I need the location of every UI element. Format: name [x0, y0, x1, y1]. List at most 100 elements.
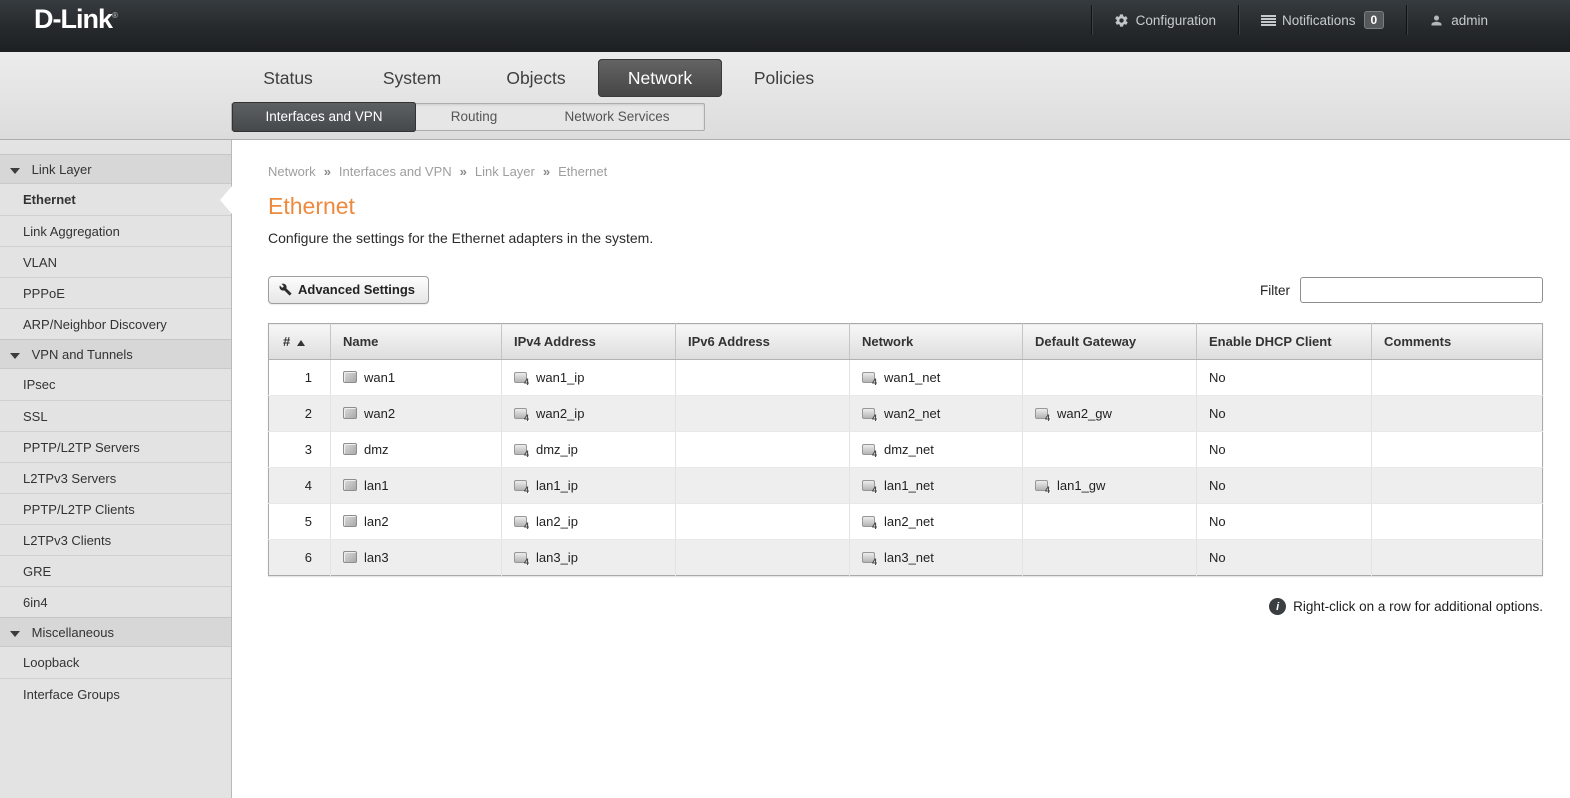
sidebar-section-label: VPN and Tunnels	[31, 347, 133, 362]
sidebar-item[interactable]: L2TPv3 Clients	[0, 524, 231, 555]
column-header[interactable]: Name	[330, 323, 502, 360]
interface-icon	[343, 443, 357, 455]
dlink-logo: D-Link®	[34, 3, 118, 34]
column-label: Comments	[1384, 334, 1452, 349]
column-header[interactable]: IPv4 Address	[501, 323, 676, 360]
breadcrumb-item[interactable]: Ethernet	[535, 164, 607, 179]
notifications-lines-icon	[1260, 14, 1276, 26]
advanced-settings-button[interactable]: Advanced Settings	[268, 276, 430, 304]
breadcrumb-item[interactable]: Link Layer	[452, 164, 535, 179]
column-header[interactable]: IPv6 Address	[675, 323, 850, 360]
sidebar-item-label: PPTP/L2TP Clients	[23, 502, 135, 517]
top-bar-actions: Configuration Notifications 0 admin	[1090, 5, 1510, 35]
breadcrumb-label: Network	[268, 164, 316, 179]
column-header[interactable]: Default Gateway	[1022, 323, 1197, 360]
sub-tab[interactable]: Routing	[416, 103, 532, 131]
sidebar-item[interactable]: GRE	[0, 555, 231, 586]
sidebar-item-label: VLAN	[23, 255, 57, 270]
sidebar-item-label: Interface Groups	[23, 687, 120, 702]
sidebar-item[interactable]: IPsec	[0, 369, 231, 400]
sidebar-item-label: PPPoE	[23, 286, 65, 301]
row-number: 1	[268, 359, 331, 396]
sidebar-item[interactable]: VLAN	[0, 246, 231, 277]
nav-tab-label: Network	[627, 68, 693, 88]
breadcrumb-item[interactable]: Interfaces and VPN	[316, 164, 452, 179]
network-object: wan1_net	[884, 370, 941, 385]
nav-tab-label: Objects	[506, 68, 566, 88]
breadcrumb-label: Interfaces and VPN	[338, 164, 452, 179]
wrench-icon	[279, 283, 292, 296]
table-row[interactable]: 3 dmz dmz_ip dmz_net No	[268, 431, 1543, 468]
ip4-object-icon	[514, 408, 529, 423]
dhcp-client-value: No	[1209, 370, 1226, 385]
filter-input[interactable]	[1300, 277, 1543, 303]
ipv4-address-object: lan3_ip	[536, 550, 578, 565]
sidebar-item[interactable]: Link Aggregation	[0, 215, 231, 246]
ipv4-address-object: wan1_ip	[536, 370, 585, 385]
ip4-object-icon	[514, 480, 529, 495]
username-label: admin	[1451, 12, 1488, 28]
sidebar-item[interactable]: 6in4	[0, 586, 231, 617]
nav-tab[interactable]: Status	[226, 59, 350, 97]
sidebar-item-label: ARP/Neighbor Discovery	[23, 317, 167, 332]
column-label: #	[283, 334, 291, 349]
ip4-object-icon	[862, 444, 877, 459]
filter-label: Filter	[1260, 282, 1290, 298]
nav-tab[interactable]: System	[350, 59, 474, 97]
sidebar-item[interactable]: PPTP/L2TP Clients	[0, 493, 231, 524]
column-header[interactable]: Network	[849, 323, 1023, 360]
sidebar-item[interactable]: L2TPv3 Servers	[0, 462, 231, 493]
interface-icon	[343, 407, 357, 419]
sidebar-section-header[interactable]: VPN and Tunnels	[0, 339, 231, 369]
nav-tab[interactable]: Policies	[722, 59, 846, 97]
sub-tab[interactable]: Interfaces and VPN	[232, 102, 416, 132]
table-row[interactable]: 6 lan3 lan3_ip lan3_net No	[268, 539, 1543, 576]
interface-name: lan1	[364, 478, 389, 493]
sidebar-item[interactable]: Interface Groups	[0, 678, 231, 709]
column-label: Enable DHCP Client	[1209, 334, 1332, 349]
sidebar-section-header[interactable]: Link Layer	[0, 154, 231, 184]
sidebar-item[interactable]: PPTP/L2TP Servers	[0, 431, 231, 462]
ipv4-address-object: dmz_ip	[536, 442, 578, 457]
nav-tab[interactable]: Network	[598, 59, 722, 97]
sidebar-item[interactable]: Loopback	[0, 647, 231, 678]
sidebar-item-label: L2TPv3 Servers	[23, 471, 117, 486]
column-label: Default Gateway	[1035, 334, 1137, 349]
column-label: Network	[862, 334, 914, 349]
ip4-object-icon	[862, 408, 877, 423]
default-gateway-object: wan2_gw	[1057, 406, 1112, 421]
notifications-menu[interactable]: Notifications 0	[1237, 5, 1406, 35]
interface-icon	[343, 479, 357, 491]
filter-group: Filter	[1260, 277, 1543, 303]
ip4-object-icon	[862, 516, 877, 531]
sidebar-item[interactable]: Ethernet	[0, 184, 232, 215]
page-description: Configure the settings for the Ethernet …	[268, 230, 654, 246]
sidebar-item-label: SSL	[23, 409, 48, 424]
nav-tab[interactable]: Objects	[474, 59, 598, 97]
sidebar-item[interactable]: SSL	[0, 400, 231, 431]
gear-icon	[1115, 13, 1128, 27]
sub-tab-label: Network Services	[564, 109, 670, 124]
interface-name: lan2	[364, 514, 389, 529]
table-row[interactable]: 1 wan1 wan1_ip wan1_net No	[268, 359, 1543, 396]
sidebar-item[interactable]: PPPoE	[0, 277, 231, 308]
configuration-menu[interactable]: Configuration	[1090, 5, 1238, 35]
column-header[interactable]: #	[268, 323, 331, 360]
sidebar-section-header[interactable]: Miscellaneous	[0, 617, 231, 647]
table-row[interactable]: 4 lan1 lan1_ip lan1_net lan1_gw No	[268, 467, 1543, 504]
page-title: Ethernet	[268, 193, 355, 219]
sidebar-item[interactable]: ARP/Neighbor Discovery	[0, 308, 231, 339]
dhcp-client-value: No	[1209, 550, 1226, 565]
advanced-settings-label: Advanced Settings	[298, 282, 416, 297]
sidebar-item-label: IPsec	[23, 377, 56, 392]
table-row[interactable]: 2 wan2 wan2_ip wan2_net wan2_gw No	[268, 395, 1543, 432]
column-header[interactable]: Comments	[1371, 323, 1543, 360]
column-header[interactable]: Enable DHCP Client	[1196, 323, 1372, 360]
ipv4-address-object: lan1_ip	[536, 478, 578, 493]
breadcrumb-item[interactable]: Network	[268, 164, 316, 179]
interface-icon	[343, 515, 357, 527]
table-row[interactable]: 5 lan2 lan2_ip lan2_net No	[268, 503, 1543, 540]
dhcp-client-value: No	[1209, 478, 1226, 493]
user-menu[interactable]: admin	[1406, 5, 1510, 35]
sub-tab[interactable]: Network Services	[532, 103, 702, 131]
